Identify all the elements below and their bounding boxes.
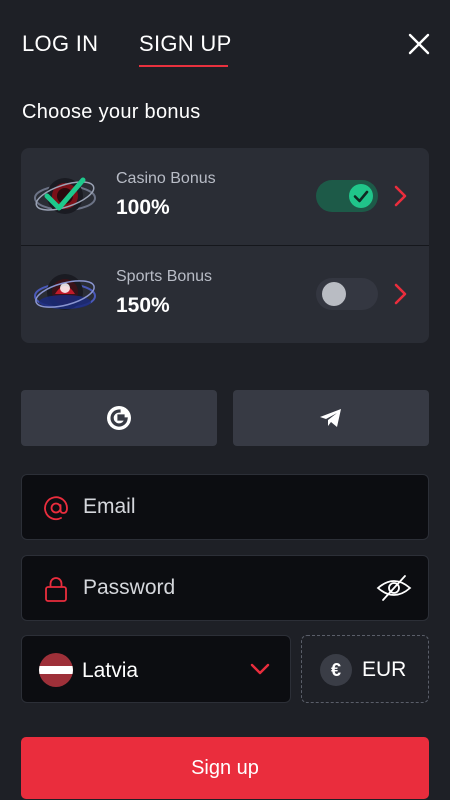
email-field-container (21, 474, 429, 540)
password-field-container (21, 555, 429, 621)
tab-sign-up[interactable]: SIGN UP (139, 31, 232, 57)
google-icon (107, 406, 131, 430)
sports-bonus-toggle[interactable] (316, 278, 378, 310)
bonus-percent: 100% (116, 196, 170, 219)
sign-up-button[interactable]: Sign up (21, 737, 429, 799)
email-input[interactable] (83, 489, 363, 525)
euro-icon: € (320, 654, 352, 686)
bonus-name: Sports Bonus (116, 268, 213, 285)
latvia-flag-icon (39, 653, 73, 687)
bonus-percent: 150% (116, 294, 170, 317)
at-sign-icon (44, 496, 68, 521)
telegram-icon (320, 409, 341, 427)
tab-log-in[interactable]: LOG IN (22, 31, 98, 57)
chevron-right-icon[interactable] (392, 184, 408, 208)
country-select[interactable]: Latvia (21, 635, 291, 703)
currency-value: EUR (362, 658, 407, 681)
password-input[interactable] (83, 570, 363, 606)
bonus-item-casino[interactable]: Casino Bonus 100% (21, 148, 429, 245)
active-tab-indicator (139, 65, 228, 67)
sports-bonus-icon (34, 274, 96, 310)
bonus-item-sports[interactable]: Sports Bonus 150% (21, 246, 429, 343)
bonus-name: Casino Bonus (116, 170, 216, 187)
chevron-down-icon (250, 663, 270, 675)
casino-bonus-icon (34, 177, 96, 214)
auth-header: LOG IN SIGN UP (0, 0, 450, 80)
close-icon[interactable] (405, 30, 433, 58)
eye-off-icon[interactable] (375, 573, 413, 603)
toggle-knob (349, 184, 373, 208)
casino-bonus-toggle[interactable] (316, 180, 378, 212)
toggle-knob (322, 282, 346, 306)
currency-display: € EUR (301, 635, 429, 703)
bonus-list: Casino Bonus 100% Sports Bonus 150% (21, 148, 429, 343)
lock-icon (45, 577, 67, 602)
chevron-right-icon[interactable] (392, 282, 408, 306)
telegram-login-button[interactable] (233, 390, 429, 446)
google-login-button[interactable] (21, 390, 217, 446)
check-icon (353, 190, 369, 203)
country-value: Latvia (82, 659, 139, 682)
bonus-section-title: Choose your bonus (22, 101, 201, 123)
